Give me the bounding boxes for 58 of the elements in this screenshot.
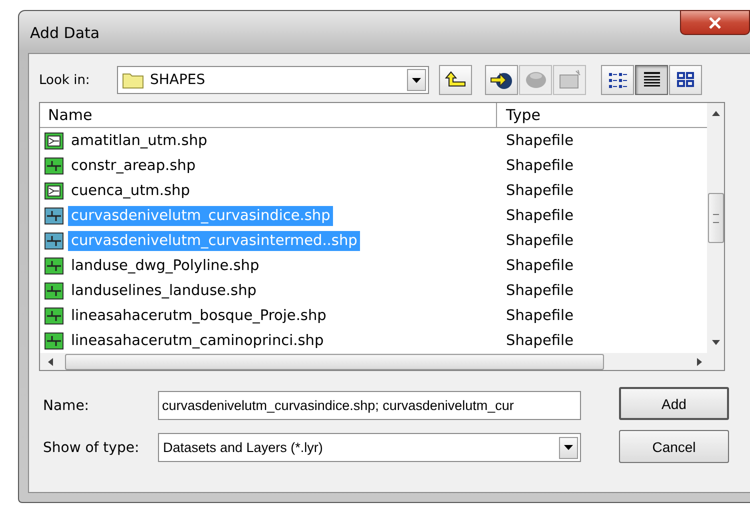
look-in-dropdown[interactable]: SHAPES [117, 66, 429, 94]
polygon-layer-icon [44, 132, 64, 150]
file-type: Shapefile [505, 132, 574, 148]
polygon-layer-icon [44, 182, 64, 200]
file-name[interactable]: amatitlan_utm.shp [68, 130, 210, 150]
line-layer-icon [44, 156, 64, 174]
globe-arrow-icon [490, 70, 514, 90]
file-type: Shapefile [505, 332, 574, 348]
line-layer-icon [44, 256, 64, 274]
horizontal-scrollbar[interactable] [40, 353, 724, 370]
type-dropdown[interactable]: Datasets and Layers (*.lyr) [158, 433, 581, 462]
line-layer-icon [44, 206, 64, 224]
dropdown-arrow-icon [564, 445, 573, 450]
folder-icon [122, 71, 144, 89]
file-name[interactable]: constr_areap.shp [68, 156, 199, 176]
details-view-button[interactable] [635, 65, 668, 95]
dropdown-arrow-icon [412, 78, 421, 82]
file-name[interactable]: landuselines_landuse.shp [68, 280, 260, 300]
file-name[interactable]: landuse_dwg_Polyline.shp [68, 256, 262, 276]
file-type: Shapefile [505, 158, 574, 174]
add-button[interactable]: Add [619, 387, 729, 420]
thumbnails-view-button[interactable] [669, 65, 702, 95]
scroll-up-icon [712, 111, 720, 116]
file-type: Shapefile [505, 282, 574, 298]
details-view-icon [642, 71, 662, 89]
file-name[interactable]: cuenca_utm.shp [68, 180, 193, 200]
type-label: Show of type: [42, 440, 140, 456]
column-header[interactable]: Type [497, 106, 540, 124]
window-title: Add Data [30, 24, 100, 42]
cancel-button[interactable]: Cancel [619, 430, 729, 463]
up-folder-button[interactable] [439, 65, 472, 95]
line-layer-icon [44, 232, 64, 250]
line-layer-icon [44, 282, 64, 300]
close-icon [708, 16, 722, 28]
file-type: Shapefile [505, 232, 574, 248]
file-type: Shapefile [505, 308, 574, 324]
connect-button[interactable] [485, 65, 518, 95]
file-type: Shapefile [505, 258, 574, 274]
thumbnails-view-icon [676, 71, 696, 89]
file-type: Shapefile [505, 182, 574, 198]
list-view-button[interactable] [601, 65, 634, 95]
up-arrow-icon [444, 71, 466, 89]
scroll-left-icon [48, 358, 53, 366]
file-type: Shapefile [505, 208, 574, 224]
close-button[interactable] [680, 10, 750, 35]
list-view-icon [608, 71, 628, 89]
file-name[interactable]: lineasahacerutm_caminoprinci.shp [68, 330, 327, 350]
name-label: Name: [42, 398, 90, 414]
line-layer-icon [44, 332, 64, 350]
database-icon [524, 70, 548, 90]
column-header[interactable]: Name [40, 103, 497, 127]
scroll-right-icon [697, 358, 702, 366]
vertical-scrollbar[interactable] [707, 103, 724, 353]
look-in-label: Look in: [39, 72, 91, 88]
file-name[interactable]: lineasahacerutm_bosque_Proje.shp [68, 306, 330, 326]
scroll-down-icon [712, 340, 720, 345]
name-field[interactable]: curvasdenivelutm_curvasindice.shp; curvasdenivelutm_cur [158, 391, 581, 420]
line-layer-icon [44, 306, 64, 324]
